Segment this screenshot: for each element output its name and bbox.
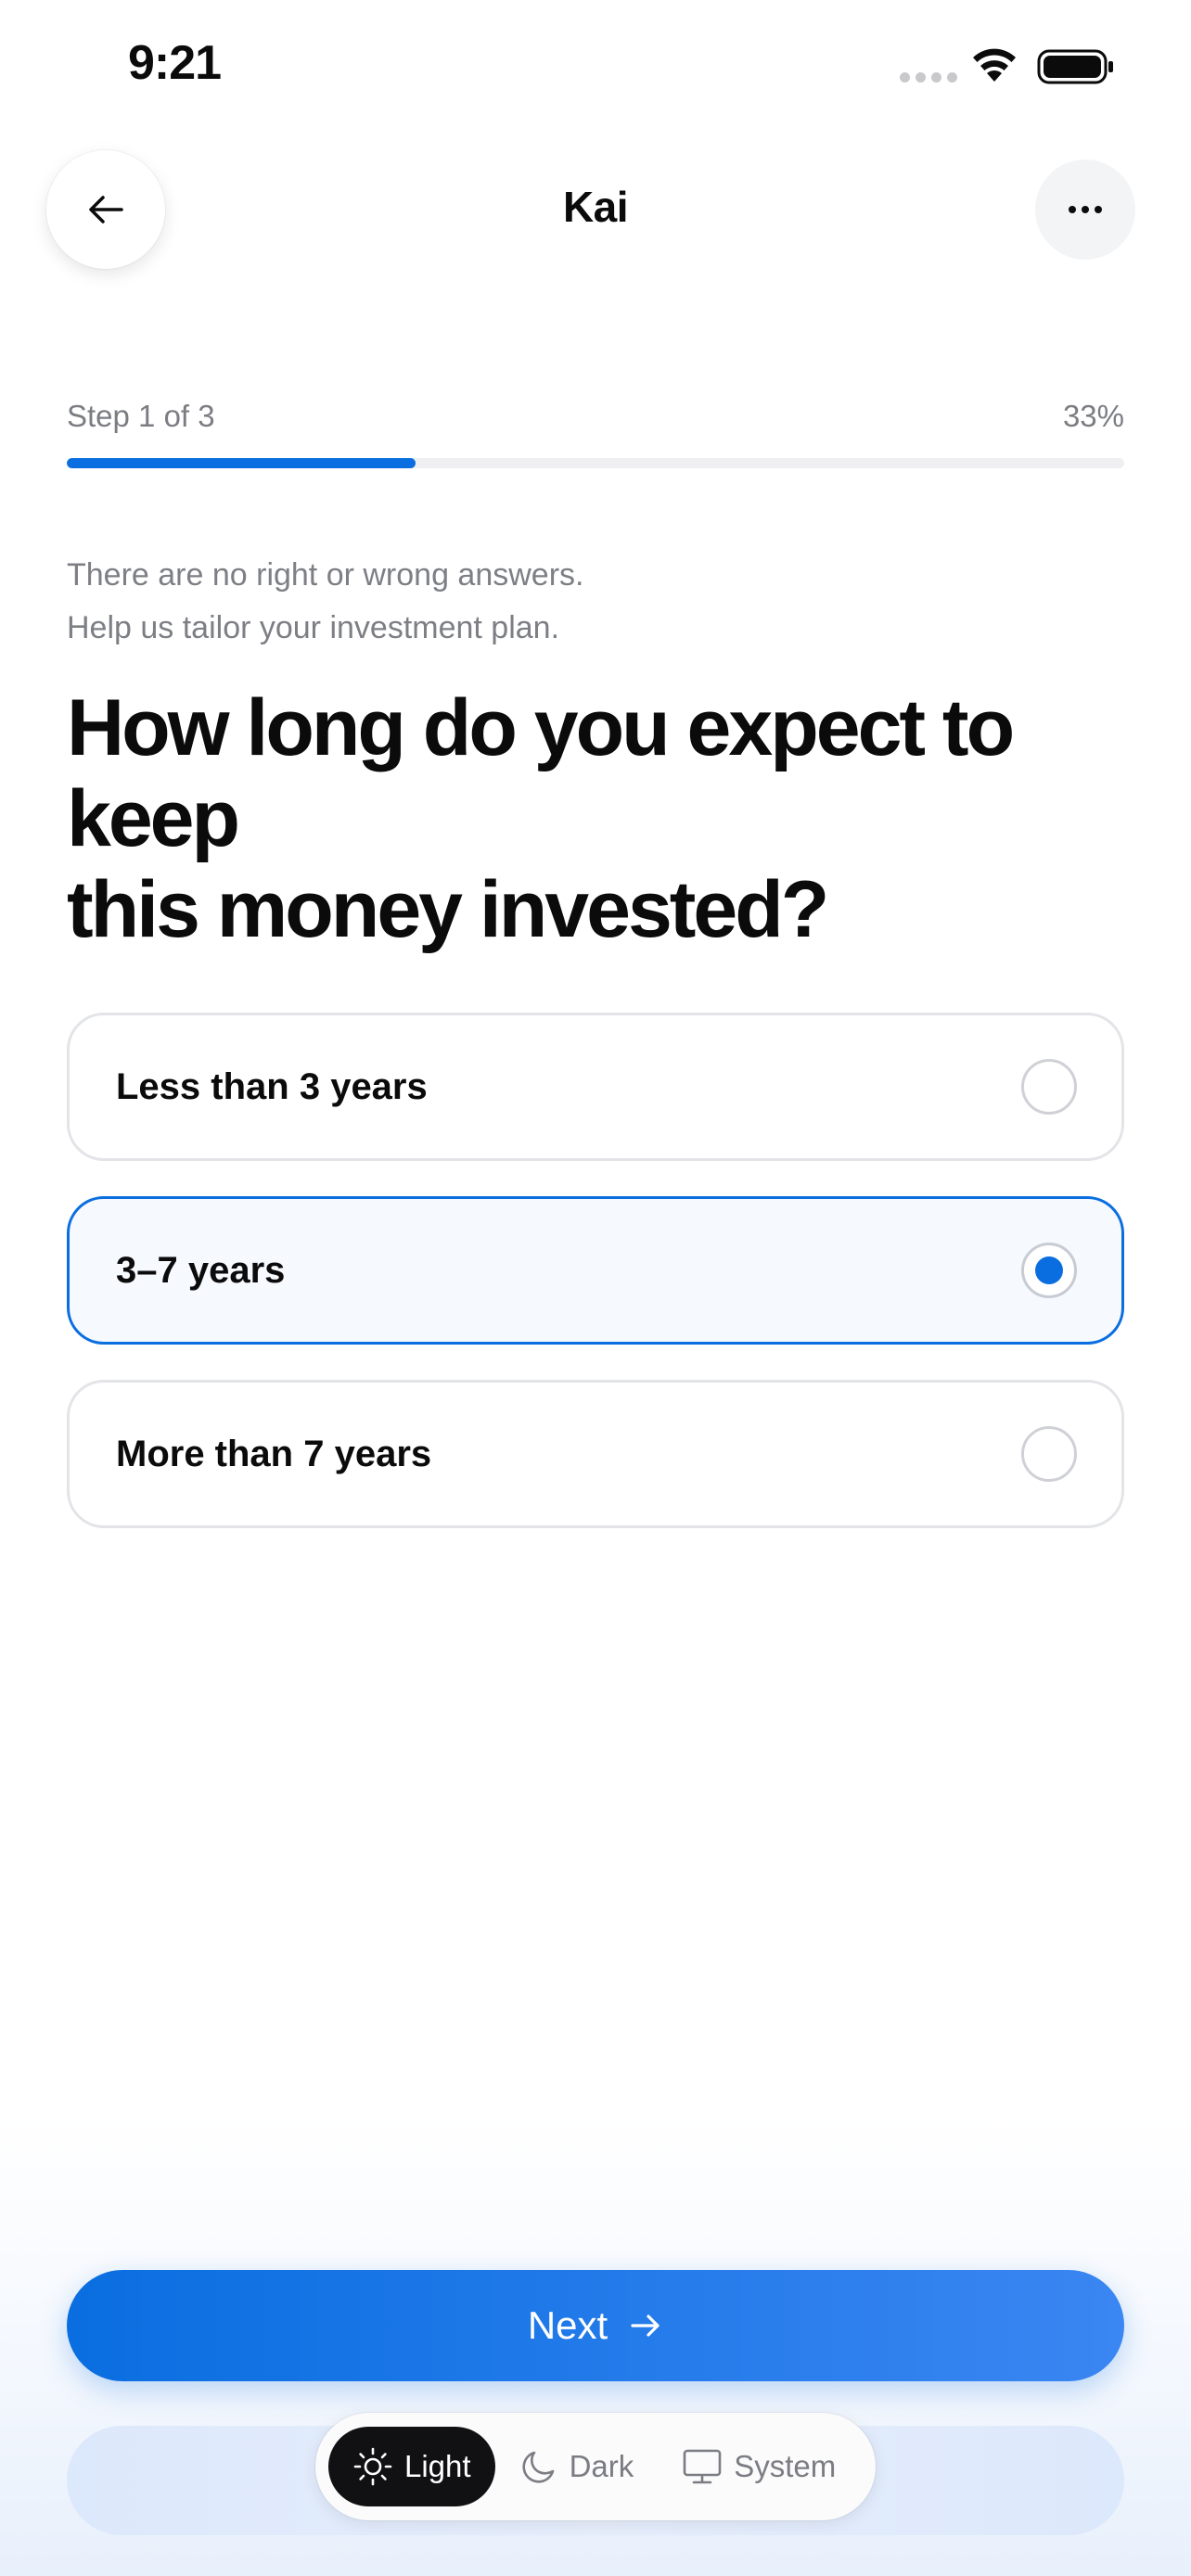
helper-line-1: There are no right or wrong answers. (67, 557, 584, 593)
question-heading: How long do you expect to keep this mone… (67, 682, 1143, 955)
arrow-right-icon (631, 2315, 660, 2337)
progress-percent: 33% (1062, 399, 1124, 433)
moon-icon (521, 2451, 554, 2483)
more-horizontal-icon (1069, 206, 1102, 213)
wifi-icon (973, 48, 1016, 82)
option-label: 3–7 years (116, 1250, 286, 1291)
helper-line-2: Help us tailor your investment plan. (67, 610, 560, 645)
question-line-2: this money invested? (67, 865, 829, 954)
progress-bar-fill (67, 458, 416, 468)
monitor-icon (683, 2449, 722, 2484)
question-line-1: How long do you expect to keep (67, 683, 1015, 863)
radio-button-selected[interactable] (1021, 1243, 1077, 1298)
next-button[interactable]: Next (67, 2270, 1124, 2381)
radio-dot (1035, 1256, 1063, 1284)
option-more-than-7-years[interactable]: More than 7 years (67, 1380, 1124, 1528)
page-title: Kai (562, 183, 629, 231)
progress-section: Step 1 of 3 33% (67, 399, 1124, 468)
sun-icon (353, 2447, 392, 2486)
step-label: Step 1 of 3 (67, 399, 215, 433)
next-button-label: Next (527, 2303, 608, 2347)
radio-button[interactable] (1021, 1426, 1077, 1482)
theme-option-label: Light (404, 2449, 471, 2483)
option-label: Less than 3 years (116, 1066, 428, 1107)
theme-option-system[interactable]: System (658, 2427, 860, 2506)
status-bar: 9:21 (0, 0, 1191, 139)
option-label: More than 7 years (116, 1434, 432, 1474)
nav-bar: Kai (0, 139, 1191, 287)
battery-icon (1037, 49, 1113, 84)
answer-options: Less than 3 years 3–7 years More than 7 … (67, 1013, 1124, 1563)
option-less-than-3-years[interactable]: Less than 3 years (67, 1013, 1124, 1161)
cellular-signal-icon (900, 72, 957, 83)
more-button[interactable] (1035, 159, 1135, 260)
helper-text: There are no right or wrong answers. Hel… (67, 549, 583, 655)
option-3-7-years[interactable]: 3–7 years (67, 1196, 1124, 1345)
progress-bar (67, 458, 1124, 468)
status-time: 9:21 (128, 36, 222, 90)
radio-button[interactable] (1021, 1059, 1077, 1115)
theme-option-label: Dark (569, 2449, 634, 2483)
theme-option-label: System (734, 2449, 837, 2483)
theme-option-light[interactable]: Light (328, 2427, 495, 2506)
theme-switcher: Light Dark System (315, 2413, 876, 2520)
theme-option-dark[interactable]: Dark (495, 2427, 659, 2506)
